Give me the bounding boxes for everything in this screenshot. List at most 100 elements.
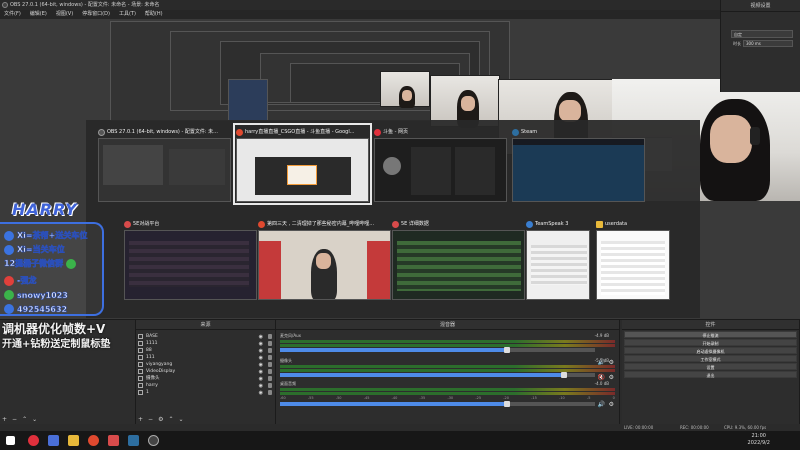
douyu-icon[interactable] — [28, 435, 39, 446]
text-source-icon — [138, 334, 143, 339]
source-item[interactable]: 1111 ◉ — [136, 340, 275, 347]
bottom-docks: + − ⌃ ⌄ 来源 BASE ◉ 1111 ◉ 88 ◉ 111 ◉ viyangya… — [0, 319, 800, 425]
transition-select[interactable]: 自定 — [731, 30, 793, 38]
menu-view[interactable]: 视图(V) — [56, 10, 73, 19]
duration-label: 时长 — [733, 41, 741, 46]
transition-dock: 视频设置 自定 时长 300 ms — [720, 0, 800, 92]
5e-icon — [392, 220, 399, 228]
source-item[interactable]: 1 ◉ — [136, 389, 275, 396]
move-up-icon[interactable]: ⌃ — [22, 416, 27, 423]
obs-icon[interactable] — [148, 435, 159, 446]
audio-meter — [280, 365, 615, 368]
steam-icon — [512, 128, 519, 136]
switcher-tile[interactable]: OBS 27.0.1 (64-bit, windows) - 配置文件: 未..… — [98, 126, 231, 202]
duration-input[interactable]: 300 ms — [743, 40, 793, 47]
taskbar-clock[interactable]: 21:00 2022/9/2 — [748, 433, 770, 447]
tile-thumbnail — [236, 138, 369, 202]
move-up-icon[interactable]: ⌃ — [168, 416, 173, 423]
tile-title: 斗鱼 - 网页 — [383, 129, 408, 135]
tile-title: 第四三天 , 二清理掉了那些秘密内幕_哔哩哔哩... — [267, 221, 375, 227]
display-source-icon — [138, 369, 143, 374]
clock-time: 21:00 — [751, 433, 766, 439]
5e-icon — [124, 220, 131, 228]
sources-toolbar: + − ⚙ ⌃ ⌄ — [138, 416, 184, 423]
stop-streaming-button[interactable]: 停止推流 — [624, 331, 797, 338]
tile-thumbnail — [124, 230, 257, 300]
menu-file[interactable]: 文件(F) — [4, 10, 21, 19]
volume-slider[interactable] — [280, 372, 595, 378]
tile-title: userdata — [605, 221, 628, 227]
mixer-channel-camera: 摄像头 -5.5 dB 🔇 ⚙ — [280, 358, 615, 381]
chrome-icon — [236, 128, 243, 136]
text-source-icon — [138, 390, 143, 395]
info-line: snowy1023 — [4, 290, 68, 300]
speaker-muted-icon[interactable]: 🔇 — [598, 374, 605, 381]
source-item[interactable]: harry ◉ — [136, 382, 275, 389]
switcher-tile-active[interactable]: harry直播直播_CSGO直播 - 斗鱼直播 - Googl... — [233, 123, 372, 205]
status-bar: LIVE: 00:00:00 REC: 00:00:00 CPU: 9.3%, … — [0, 424, 800, 431]
folder-icon — [596, 220, 603, 228]
exit-button[interactable]: 退出 — [624, 371, 797, 378]
sources-dock: 来源 BASE ◉ 1111 ◉ 88 ◉ 111 ◉ viyangyang ◉ Vide… — [136, 320, 276, 425]
switcher-tile[interactable]: 斗鱼 - 网页 — [374, 126, 507, 202]
info-line: -强龙 — [4, 275, 37, 286]
tile-title: Steam — [521, 129, 538, 135]
volume-slider[interactable] — [280, 401, 595, 407]
camera-source-icon — [138, 376, 143, 381]
chrome-icon[interactable] — [88, 435, 99, 446]
lock-icon — [268, 376, 272, 381]
folder-icon[interactable] — [68, 435, 79, 446]
start-recording-button[interactable]: 开始录制 — [624, 339, 797, 346]
menu-help[interactable]: 帮助(H) — [145, 10, 163, 19]
harry-logo: HARRY — [12, 200, 78, 219]
switcher-tile[interactable]: TeamSpeak 3 — [526, 218, 590, 300]
audio-meter — [280, 388, 615, 391]
windows-start-icon[interactable] — [6, 436, 15, 445]
settings-button[interactable]: 设置 — [624, 363, 797, 370]
app-icon[interactable] — [48, 435, 59, 446]
source-item[interactable]: VideoDisplay ◉ — [136, 368, 275, 375]
source-settings-icon[interactable]: ⚙ — [158, 416, 163, 423]
info-line: Xi=当关车位 — [4, 244, 65, 255]
windows-taskbar: 21:00 2022/9/2 — [0, 431, 800, 450]
switcher-tile[interactable]: 5E 详细数据 — [392, 218, 525, 300]
remove-source-icon[interactable]: − — [148, 416, 153, 423]
lock-icon — [268, 348, 272, 353]
menu-bar: 文件(F) 编辑(E) 视图(V) 停靠窗口(D) 工具(T) 帮助(H) — [0, 10, 720, 19]
source-item[interactable]: 88 ◉ — [136, 347, 275, 354]
switcher-tile[interactable]: userdata — [596, 218, 670, 300]
5e-icon[interactable] — [108, 435, 119, 446]
source-item[interactable]: viyangyang ◉ — [136, 361, 275, 368]
source-item[interactable]: 摄像头 ◉ — [136, 375, 275, 382]
remove-scene-icon[interactable]: − — [12, 416, 17, 423]
steam-icon[interactable] — [128, 435, 139, 446]
meter-ticks: -60 -55 -50 -45 -40 -35 -30 -25 -20 -15 -10 -5 0 — [280, 396, 615, 400]
lock-icon — [268, 390, 272, 395]
menu-edit[interactable]: 编辑(E) — [30, 10, 47, 19]
info-line: 12提桶子微信群 — [4, 258, 77, 269]
source-item[interactable]: 111 ◉ — [136, 354, 275, 361]
studio-mode-button[interactable]: 工作室模式 — [624, 355, 797, 362]
switcher-tile[interactable]: 第四三天 , 二清理掉了那些秘密内幕_哔哩哔哩... — [258, 218, 391, 300]
move-down-icon[interactable]: ⌄ — [178, 416, 183, 423]
switcher-tile[interactable]: Steam — [512, 126, 645, 202]
source-item[interactable]: BASE ◉ — [136, 333, 275, 340]
gear-icon[interactable]: ⚙ — [609, 374, 614, 381]
audio-meter — [280, 392, 615, 395]
volume-slider[interactable] — [280, 347, 595, 353]
chrome-icon — [258, 220, 265, 228]
menu-tools[interactable]: 工具(T) — [119, 10, 136, 19]
info-line: 492545632 — [4, 304, 67, 314]
add-source-icon[interactable]: + — [138, 416, 143, 423]
switcher-tile[interactable]: 5E对战平台 — [124, 218, 257, 300]
start-virtual-camera-button[interactable]: 启动虚拟摄像机 — [624, 347, 797, 354]
tile-title: harry直播直播_CSGO直播 - 斗鱼直播 - Googl... — [245, 129, 355, 135]
speaker-icon[interactable]: 🔊 — [598, 401, 605, 408]
tile-thumbnail — [526, 230, 590, 300]
teamspeak-icon — [526, 220, 533, 228]
gear-icon[interactable]: ⚙ — [609, 401, 614, 408]
menu-docks[interactable]: 停靠窗口(D) — [82, 10, 110, 19]
move-down-icon[interactable]: ⌄ — [32, 416, 37, 423]
add-scene-icon[interactable]: + — [2, 416, 7, 423]
gift-icon — [4, 230, 14, 241]
